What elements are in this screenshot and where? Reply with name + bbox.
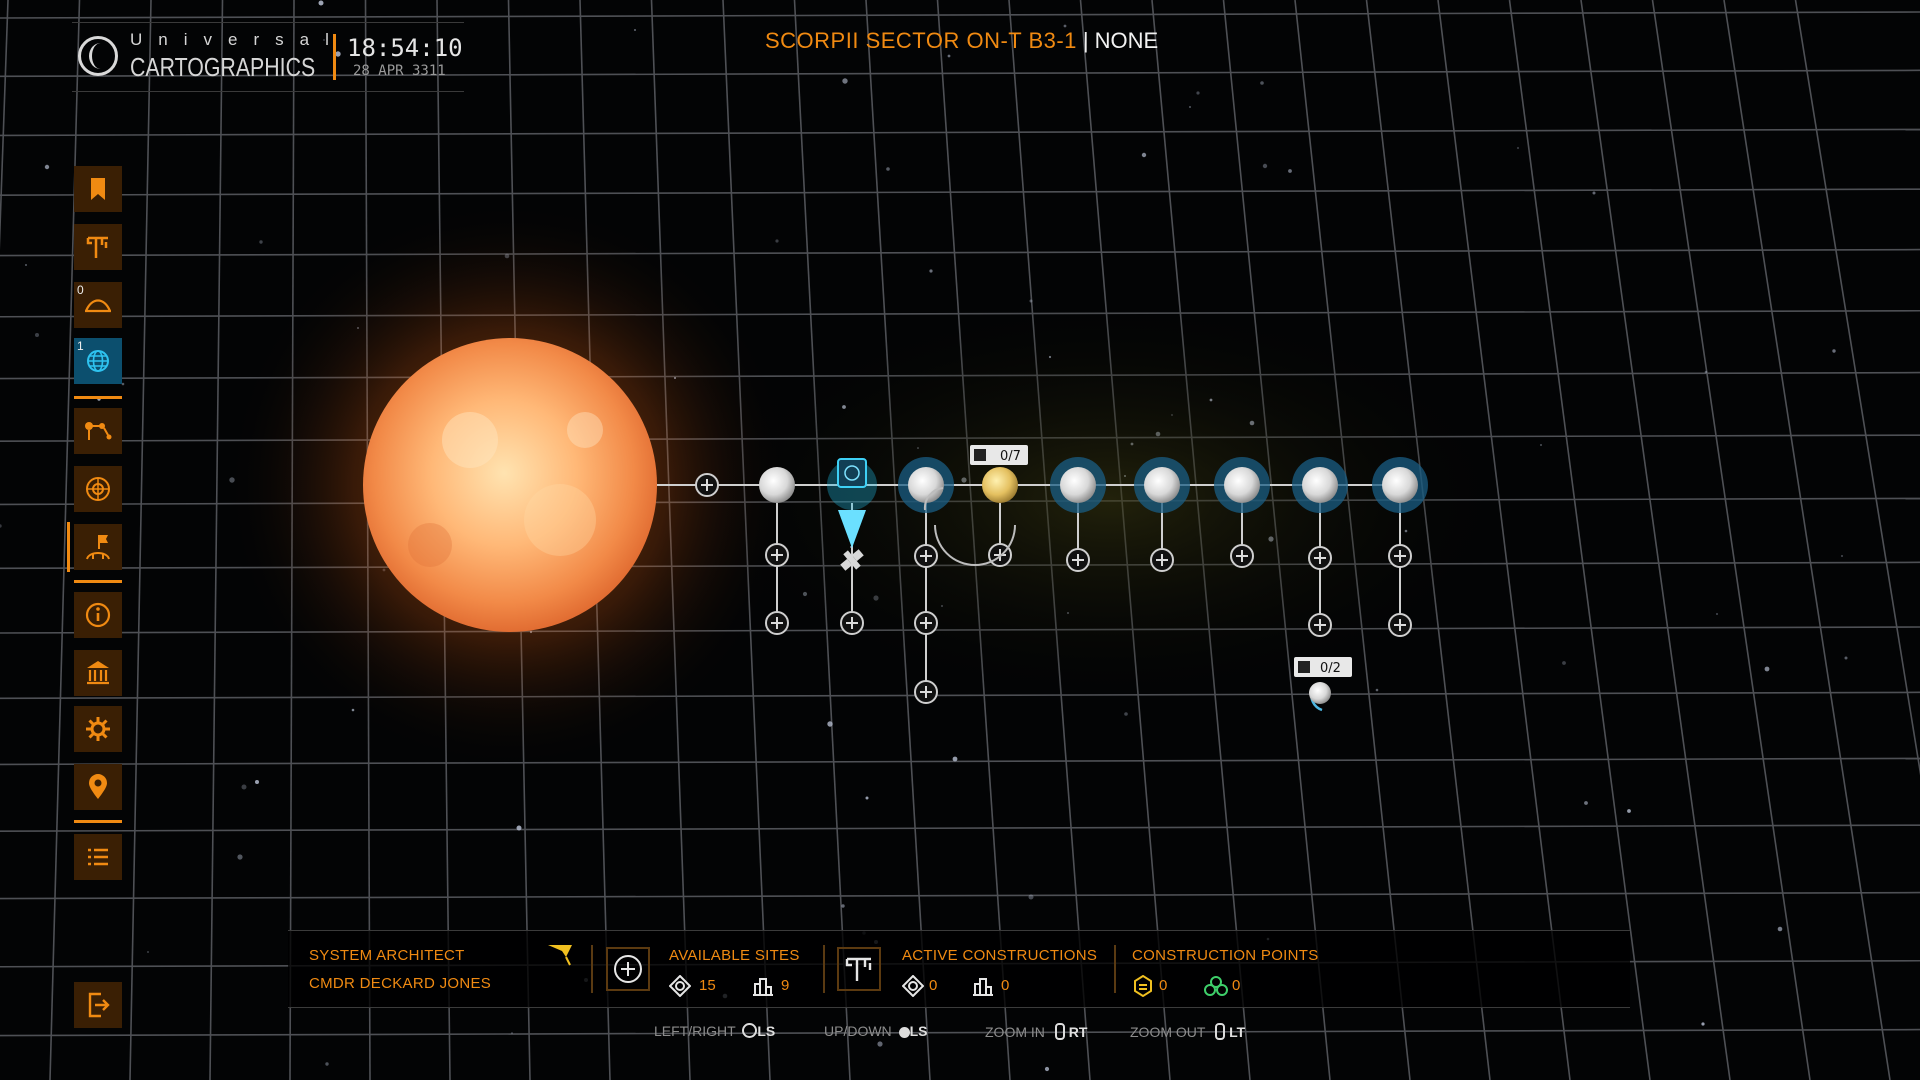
tier2-points-icon bbox=[1134, 975, 1152, 997]
surface-site-icon bbox=[973, 978, 993, 996]
moon-body[interactable] bbox=[1309, 682, 1331, 704]
hint-up-down: UP/DOWN LS bbox=[824, 1023, 927, 1039]
add-site-node[interactable] bbox=[1388, 613, 1412, 637]
tier3-points-count: 0 bbox=[1232, 977, 1241, 994]
add-site-node[interactable] bbox=[1388, 544, 1412, 568]
surface-site-icon bbox=[753, 978, 773, 996]
add-site-node[interactable] bbox=[765, 611, 789, 635]
active-orbital-count: 0 bbox=[929, 977, 938, 994]
construction-points-label: CONSTRUCTION POINTS bbox=[1132, 947, 1319, 964]
planet-body[interactable] bbox=[759, 467, 795, 503]
architect-flag-icon[interactable] bbox=[546, 943, 574, 967]
add-site-node[interactable] bbox=[914, 611, 938, 635]
planet-body[interactable] bbox=[1214, 457, 1270, 513]
add-site-node[interactable] bbox=[1066, 548, 1090, 572]
hint-label: ZOOM OUT bbox=[1130, 1024, 1206, 1040]
add-site-node[interactable] bbox=[1150, 548, 1174, 572]
hint-label: UP/DOWN bbox=[824, 1023, 892, 1039]
panel-divider bbox=[1114, 945, 1116, 993]
add-site-node[interactable] bbox=[914, 680, 938, 704]
construction-icon bbox=[845, 957, 872, 981]
panel-divider bbox=[591, 945, 593, 993]
hint-key: RT bbox=[1068, 1024, 1088, 1040]
add-site-node[interactable] bbox=[840, 611, 864, 635]
site-counter-text: 0/2 bbox=[1320, 661, 1341, 676]
site-counter-tag[interactable]: 0/7 bbox=[970, 445, 1028, 465]
available-surface-count: 9 bbox=[781, 977, 790, 994]
active-surface-count: 0 bbox=[1001, 977, 1010, 994]
planet-body[interactable] bbox=[1372, 457, 1428, 513]
selected-body-marker[interactable] bbox=[827, 458, 877, 548]
add-site-node[interactable] bbox=[765, 543, 789, 567]
add-site-node[interactable] bbox=[1230, 544, 1254, 568]
add-site-node[interactable] bbox=[1308, 613, 1332, 637]
orbital-site-icon bbox=[902, 975, 924, 997]
architect-name: CMDR DECKARD JONES bbox=[309, 975, 492, 992]
available-orbital-count: 15 bbox=[699, 977, 716, 994]
architect-panel: SYSTEM ARCHITECT CMDR DECKARD JONES AVAI… bbox=[288, 930, 1630, 1008]
planet-body[interactable] bbox=[1134, 457, 1190, 513]
tier2-points-count: 0 bbox=[1159, 977, 1168, 994]
hint-zoom-in: ZOOM IN RT bbox=[985, 1023, 1087, 1040]
add-site-icon bbox=[614, 955, 642, 983]
tier3-points-icon bbox=[1204, 976, 1228, 996]
right-trigger-icon bbox=[1054, 1023, 1065, 1040]
site-counter-tag[interactable]: 0/2 bbox=[1294, 657, 1352, 677]
panel-divider bbox=[823, 945, 825, 993]
available-sites-label: AVAILABLE SITES bbox=[669, 947, 800, 964]
system-map: 0/7 0/2 bbox=[363, 338, 1428, 712]
system-architect-label: SYSTEM ARCHITECT bbox=[309, 947, 465, 964]
hint-label: ZOOM IN bbox=[985, 1024, 1045, 1040]
hint-key: LT bbox=[1229, 1024, 1246, 1040]
orbital-site-icon bbox=[669, 975, 691, 997]
hint-left-right: LEFT/RIGHT LS bbox=[654, 1023, 775, 1039]
active-constructions-icon-box bbox=[837, 947, 881, 991]
left-stick-icon bbox=[742, 1023, 758, 1038]
planet-body[interactable] bbox=[1050, 457, 1106, 513]
add-site-node[interactable] bbox=[1308, 546, 1332, 570]
planet-body[interactable] bbox=[982, 467, 1018, 503]
left-trigger-icon bbox=[1215, 1023, 1226, 1040]
active-constructions-label: ACTIVE CONSTRUCTIONS bbox=[902, 947, 1098, 964]
hint-key: LS bbox=[757, 1023, 776, 1039]
hint-key: LS bbox=[909, 1023, 928, 1039]
primary-star[interactable] bbox=[363, 338, 657, 632]
available-sites-icon-box bbox=[606, 947, 650, 991]
left-stick-icon bbox=[898, 1027, 910, 1038]
add-site-node[interactable] bbox=[695, 473, 719, 497]
add-site-node[interactable] bbox=[914, 544, 938, 568]
hint-zoom-out: ZOOM OUT LT bbox=[1130, 1023, 1245, 1040]
site-counter-text: 0/7 bbox=[1000, 449, 1021, 464]
hint-label: LEFT/RIGHT bbox=[654, 1023, 736, 1039]
planet-body[interactable] bbox=[1292, 457, 1348, 513]
